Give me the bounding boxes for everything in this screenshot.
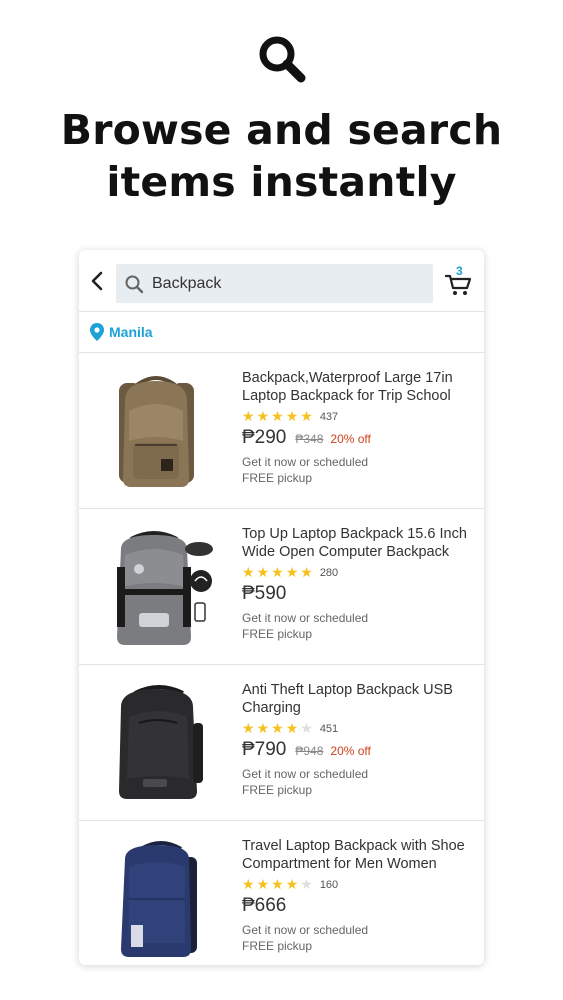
star-icon: ★ (285, 409, 299, 425)
location-selector[interactable]: Manila (79, 312, 484, 353)
delivery-note: Get it now or scheduled (242, 767, 369, 781)
pickup-note: FREE pickup (242, 939, 313, 953)
star-icon: ★ (271, 409, 284, 425)
app-screen: 3 Manila (79, 250, 484, 965)
star-icon: ★ (256, 721, 270, 737)
search-icon (124, 274, 144, 294)
star-icon: ★ (300, 409, 313, 425)
product-item[interactable]: Top Up Laptop Backpack 15.6 Inch Wide Op… (79, 509, 484, 665)
search-icon (256, 33, 308, 85)
star-icon: ★ (256, 565, 270, 581)
star-icon: ★ (285, 565, 299, 581)
star-icon: ★ (256, 877, 270, 893)
product-title-line: Wide Open Computer Backpack (242, 544, 450, 560)
product-image (99, 839, 214, 959)
product-title: Backpack,Waterproof Large 17in Laptop Ba… (242, 369, 477, 405)
star-icon: ★ (300, 565, 313, 581)
price: ₱290 (242, 427, 287, 448)
price: ₱590 (242, 583, 287, 604)
search-input[interactable] (152, 264, 422, 303)
search-bar-header: 3 (79, 250, 484, 312)
chevron-left-icon[interactable] (87, 270, 109, 292)
pickup-note: FREE pickup (242, 471, 313, 485)
original-price: ₱948 (295, 744, 324, 758)
product-title-line: Top Up Laptop Backpack 15.6 Inch (242, 526, 467, 542)
price: ₱666 (242, 895, 287, 916)
product-image (99, 527, 214, 647)
star-rating: ★ ★ ★ ★ ★ 451 (242, 722, 477, 736)
star-icon: ★ (285, 877, 299, 893)
pickup-note: FREE pickup (242, 783, 313, 797)
star-icon: ★ (300, 721, 313, 737)
product-image (99, 371, 214, 491)
star-icon: ★ (242, 565, 255, 581)
star-icon: ★ (300, 877, 313, 893)
headline: Browse and search items instantly (0, 104, 563, 208)
delivery-note: Get it now or scheduled (242, 923, 369, 937)
cart-button[interactable]: 3 (445, 264, 475, 296)
product-title-line: Laptop Backpack for Trip School (242, 388, 451, 404)
price-row: ₱666 (242, 895, 477, 919)
original-price: ₱348 (295, 432, 324, 446)
star-icon: ★ (256, 409, 270, 425)
discount-badge: 20% off (330, 744, 371, 758)
star-rating: ★ ★ ★ ★ ★ 160 (242, 878, 477, 892)
product-title: Travel Laptop Backpack with Shoe Compart… (242, 837, 477, 873)
price-row: ₱790 ₱948 20% off (242, 739, 477, 763)
map-pin-icon (90, 323, 104, 341)
discount-badge: 20% off (330, 432, 371, 446)
product-title: Top Up Laptop Backpack 15.6 Inch Wide Op… (242, 525, 477, 561)
star-icon: ★ (271, 877, 284, 893)
review-count: 160 (319, 879, 339, 891)
star-icon: ★ (242, 409, 255, 425)
product-title-line: Anti Theft Laptop Backpack USB (242, 682, 453, 698)
product-item[interactable]: Travel Laptop Backpack with Shoe Compart… (79, 821, 484, 965)
star-rating: ★ ★ ★ ★ ★ 280 (242, 566, 477, 580)
review-count: 280 (319, 567, 339, 579)
location-label: Manila (109, 324, 153, 340)
review-count: 437 (319, 411, 339, 423)
star-rating: ★ ★ ★ ★ ★ 437 (242, 410, 477, 424)
product-image (99, 683, 214, 803)
search-box[interactable] (116, 264, 433, 303)
product-title: Anti Theft Laptop Backpack USB Charging (242, 681, 477, 717)
star-icon: ★ (242, 877, 255, 893)
product-item[interactable]: Backpack,Waterproof Large 17in Laptop Ba… (79, 353, 484, 509)
star-icon: ★ (271, 721, 284, 737)
product-title-line: Travel Laptop Backpack with Shoe (242, 838, 465, 854)
star-icon: ★ (242, 721, 255, 737)
delivery-note: Get it now or scheduled (242, 611, 369, 625)
price: ₱790 (242, 739, 287, 760)
price-row: ₱590 (242, 583, 477, 607)
star-icon: ★ (285, 721, 299, 737)
cart-icon (445, 274, 472, 295)
product-item[interactable]: Anti Theft Laptop Backpack USB Charging … (79, 665, 484, 821)
pickup-note: FREE pickup (242, 627, 313, 641)
delivery-note: Get it now or scheduled (242, 455, 369, 469)
star-icon: ★ (271, 565, 284, 581)
headline-line-1: Browse and search (60, 106, 503, 154)
price-row: ₱290 ₱348 20% off (242, 427, 477, 451)
product-title-line: Backpack,Waterproof Large 17in (242, 370, 453, 386)
product-title-line: Charging (242, 700, 301, 716)
review-count: 451 (319, 723, 339, 735)
product-title-line: Compartment for Men Women (242, 856, 437, 872)
headline-line-2: items instantly (106, 158, 457, 206)
